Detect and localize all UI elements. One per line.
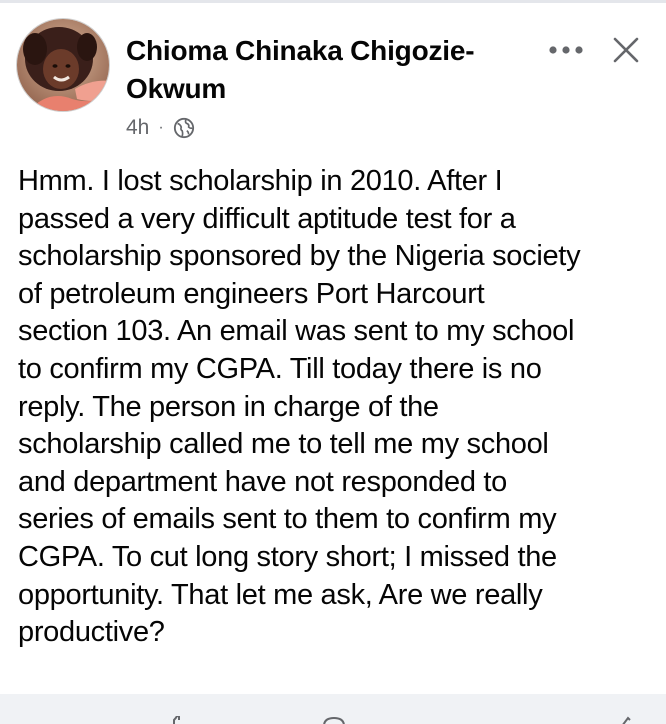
like-icon[interactable] [168,716,188,724]
post-timestamp[interactable]: 4h [126,116,149,140]
avatar[interactable] [16,18,110,112]
profile-photo [17,19,109,111]
post-header: Chioma Chinaka Chigozie-Okwum 4h · [0,0,666,150]
post-body-text: Hmm. I lost scholarship in 2010. After I… [18,165,581,649]
more-horizontal-icon [549,46,583,54]
globe-icon [173,117,194,139]
meta-separator: · [158,119,164,136]
reaction-bar [0,712,666,724]
comment-icon[interactable] [322,716,346,724]
more-options-button[interactable] [546,34,586,66]
post-meta: 4h · [126,114,195,142]
close-button[interactable] [606,30,646,70]
author-name[interactable]: Chioma Chinaka Chigozie-Okwum [126,32,526,108]
close-icon [613,37,639,63]
share-icon[interactable] [618,716,634,724]
